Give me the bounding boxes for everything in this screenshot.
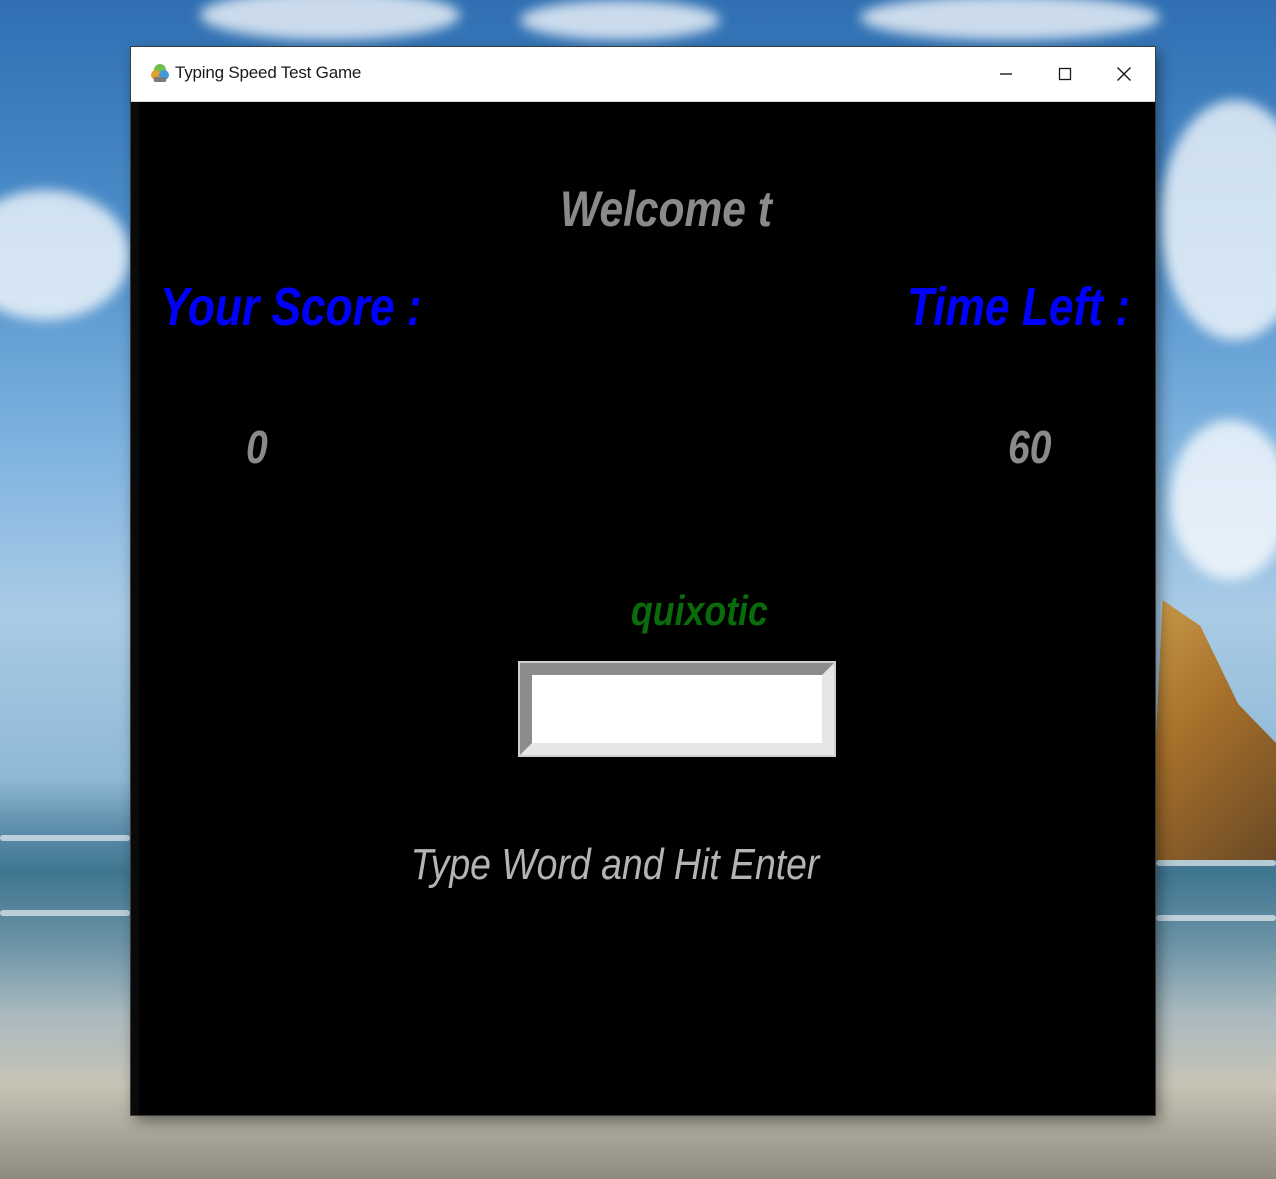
desktop-background: Typing Speed Test Game Welcome t Your Sc… bbox=[0, 0, 1276, 1179]
target-word: quixotic bbox=[631, 587, 768, 634]
welcome-banner: Welcome t bbox=[560, 181, 772, 237]
word-entry-frame bbox=[518, 661, 836, 757]
window-edge bbox=[131, 102, 139, 1115]
cloud bbox=[1160, 100, 1276, 340]
cloud bbox=[200, 0, 460, 40]
app-icon bbox=[149, 62, 171, 84]
wave bbox=[1156, 860, 1276, 866]
time-left-value: 60 bbox=[1008, 421, 1052, 473]
word-entry-input[interactable] bbox=[532, 675, 822, 743]
cloud bbox=[860, 0, 1160, 40]
cloud bbox=[1170, 420, 1276, 580]
instruction-text: Type Word and Hit Enter bbox=[410, 840, 820, 889]
minimize-icon bbox=[1000, 73, 1012, 75]
title-bar[interactable]: Typing Speed Test Game bbox=[131, 47, 1155, 102]
score-label: Your Score : bbox=[160, 277, 422, 337]
cloud bbox=[0, 190, 130, 320]
game-canvas: Welcome t Your Score : Time Left : 0 60 … bbox=[131, 102, 1155, 1115]
close-button[interactable] bbox=[1095, 47, 1153, 101]
window-title: Typing Speed Test Game bbox=[175, 63, 362, 82]
app-window: Typing Speed Test Game Welcome t Your Sc… bbox=[131, 47, 1155, 1115]
close-icon bbox=[1117, 67, 1131, 81]
wave bbox=[1156, 915, 1276, 921]
wave bbox=[0, 835, 130, 841]
wave bbox=[0, 910, 130, 916]
score-value: 0 bbox=[246, 421, 268, 473]
maximize-button[interactable] bbox=[1036, 47, 1094, 101]
time-left-label: Time Left : bbox=[907, 277, 1131, 337]
cliff bbox=[1150, 600, 1276, 860]
maximize-icon bbox=[1058, 67, 1072, 81]
cloud bbox=[520, 0, 720, 40]
minimize-button[interactable] bbox=[977, 47, 1035, 101]
